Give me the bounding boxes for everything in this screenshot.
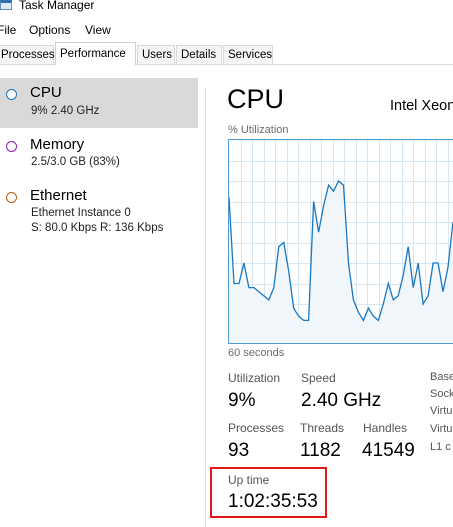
sidebar-ethernet-sub: Ethernet Instance 0 (31, 207, 131, 219)
task-manager-icon (0, 0, 12, 10)
graph-label: % Utilization (228, 124, 289, 136)
window-title: Task Manager (19, 0, 95, 12)
cpu-ring-icon (6, 89, 17, 100)
sidebar-ethernet-throughput: S: 80.0 Kbps R: 136 Kbps (31, 222, 164, 234)
utilization-label: Utilization (228, 371, 281, 385)
base-speed-label: Base (430, 371, 453, 383)
speed-label: Speed (301, 371, 336, 385)
utilization-graph (228, 139, 453, 344)
title-bar: Task Manager (0, 0, 453, 16)
tab-processes[interactable]: Processes (0, 45, 55, 64)
processes-value: 93 (228, 440, 250, 461)
utilization-graph-svg (229, 140, 453, 343)
menu-view[interactable]: View (85, 23, 111, 37)
handles-value: 41549 (362, 440, 415, 461)
sidebar-memory-sub: 2.5/3.0 GB (83%) (31, 156, 120, 168)
ethernet-ring-icon (6, 192, 17, 203)
tab-details[interactable]: Details (176, 45, 222, 64)
cpu-model: Intel Xeon (390, 98, 453, 114)
tab-services[interactable]: Services (223, 45, 273, 64)
utilization-area (229, 181, 453, 343)
uptime-highlight-box (210, 467, 327, 518)
utilization-value: 9% (228, 390, 256, 411)
sidebar-ethernet-title: Ethernet (30, 187, 87, 204)
menu-options[interactable]: Options (29, 23, 70, 37)
threads-value: 1182 (300, 440, 341, 461)
sidebar-memory-title: Memory (30, 136, 85, 153)
virtual-machine-label: Virtu (430, 423, 453, 435)
threads-label: Threads (300, 421, 345, 435)
sockets-label: Sock (430, 388, 453, 400)
l1-cache-label: L1 c (430, 441, 451, 453)
page-title: CPU (227, 84, 285, 114)
graph-time-span: 60 seconds (228, 347, 285, 359)
handles-label: Handles (363, 421, 408, 435)
menu-file[interactable]: File (0, 23, 16, 37)
pane-divider (205, 88, 206, 527)
tab-users[interactable]: Users (137, 45, 175, 64)
tab-performance[interactable]: Performance (55, 42, 136, 65)
memory-ring-icon (6, 141, 17, 152)
processes-label: Processes (228, 421, 285, 435)
speed-value: 2.40 GHz (301, 390, 382, 411)
sidebar-cpu-title: CPU (30, 84, 62, 101)
sidebar-cpu-sub: 9% 2.40 GHz (31, 105, 100, 117)
virtual-processors-label: Virtu (430, 405, 453, 417)
